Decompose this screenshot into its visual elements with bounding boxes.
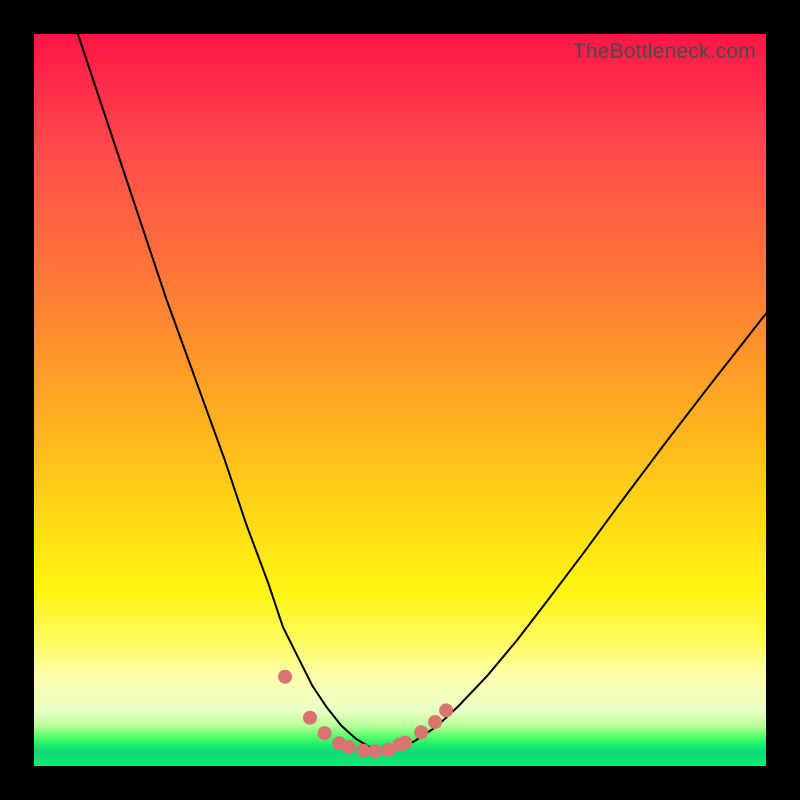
curve-marker — [278, 670, 292, 684]
plot-area: TheBottleneck.com — [34, 34, 766, 766]
curve-marker — [303, 711, 317, 725]
curve-marker — [342, 740, 356, 754]
curve-layer — [34, 34, 766, 766]
curve-marker — [414, 725, 428, 739]
bottleneck-curve — [78, 34, 766, 751]
marker-group — [278, 670, 453, 759]
curve-marker — [428, 715, 442, 729]
chart-frame: TheBottleneck.com — [0, 0, 800, 800]
curve-marker — [398, 736, 412, 750]
curve-marker — [439, 703, 453, 717]
curve-marker — [368, 744, 382, 758]
curve-marker — [318, 726, 332, 740]
